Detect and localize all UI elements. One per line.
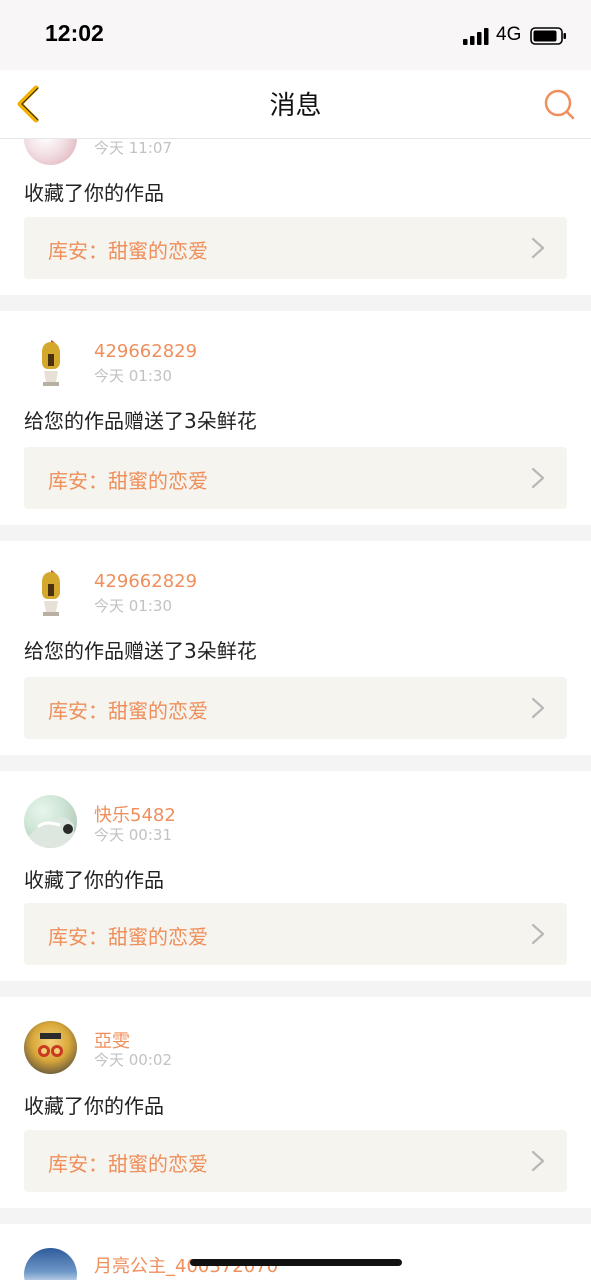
message-time: 今天 01:30 [94,367,172,385]
search-icon[interactable] [542,87,576,121]
avatar[interactable] [24,1021,77,1074]
work-link[interactable]: 库安：甜蜜的恋爱 [24,447,567,509]
emblem-avatar-icon [38,1033,63,1057]
status-bar: 12:02 4G [0,0,591,70]
work-link-label: 库安：甜蜜的恋爱 [48,1152,208,1176]
avatar[interactable] [24,795,77,848]
chevron-right-icon [531,923,545,945]
card-divider [0,755,591,771]
helmet-avatar-icon [42,570,60,616]
message-action-text: 给您的作品赠送了3朵鲜花 [24,639,257,663]
message-action-text: 收藏了你的作品 [24,181,164,205]
message-action-text: 收藏了你的作品 [24,868,164,892]
battery-icon [530,27,566,45]
chevron-right-icon [531,467,545,489]
message-time: 今天 00:02 [94,1051,172,1069]
work-link[interactable]: 库安：甜蜜的恋爱 [24,677,567,739]
home-indicator[interactable] [190,1259,402,1266]
chevron-right-icon [531,237,545,259]
work-link-label: 库安：甜蜜的恋爱 [48,925,208,949]
card-divider [0,981,591,997]
work-link-label: 库安：甜蜜的恋爱 [48,469,208,493]
work-link[interactable]: 库安：甜蜜的恋爱 [24,903,567,965]
message-action-text: 给您的作品赠送了3朵鲜花 [24,409,257,433]
avatar[interactable] [24,336,77,389]
message-time: 今天 01:30 [94,597,172,615]
status-time: 12:02 [45,20,104,46]
message-username[interactable]: 429662829 [94,571,197,592]
work-link[interactable]: 库安：甜蜜的恋爱 [24,1130,567,1192]
network-label: 4G [496,24,522,45]
message-card: 亞雯 今天 00:02 收藏了你的作品 库安：甜蜜的恋爱 [0,997,591,1208]
message-card: 快乐5482 今天 00:31 收藏了你的作品 库安：甜蜜的恋爱 [0,771,591,981]
card-divider [0,295,591,311]
messages-screen: 今天 11:07 收藏了你的作品 库安：甜蜜的恋爱 429662829 今天 0… [0,0,591,1280]
message-action-text: 收藏了你的作品 [24,1094,164,1118]
chevron-right-icon [531,697,545,719]
landscape-avatar-icon [24,817,74,848]
work-link-label: 库安：甜蜜的恋爱 [48,239,208,263]
message-time: 今天 00:31 [94,826,172,844]
message-card: 429662829 今天 01:30 给您的作品赠送了3朵鲜花 库安：甜蜜的恋爱 [0,541,591,755]
message-card: 429662829 今天 01:30 给您的作品赠送了3朵鲜花 库安：甜蜜的恋爱 [0,311,591,525]
signal-icon [463,28,489,45]
page-title: 消息 [269,91,322,121]
card-divider [0,525,591,541]
avatar[interactable] [24,1248,77,1280]
work-link-label: 库安：甜蜜的恋爱 [48,699,208,723]
chevron-right-icon [531,1150,545,1172]
nav-bar: 消息 [0,70,591,139]
message-username[interactable]: 429662829 [94,341,197,362]
helmet-avatar-icon [42,340,60,386]
message-card: 月亮公主_400372070 [0,1224,591,1280]
avatar[interactable] [24,566,77,619]
work-link[interactable]: 库安：甜蜜的恋爱 [24,217,567,279]
card-divider [0,1208,591,1224]
message-time: 今天 11:07 [94,139,172,157]
